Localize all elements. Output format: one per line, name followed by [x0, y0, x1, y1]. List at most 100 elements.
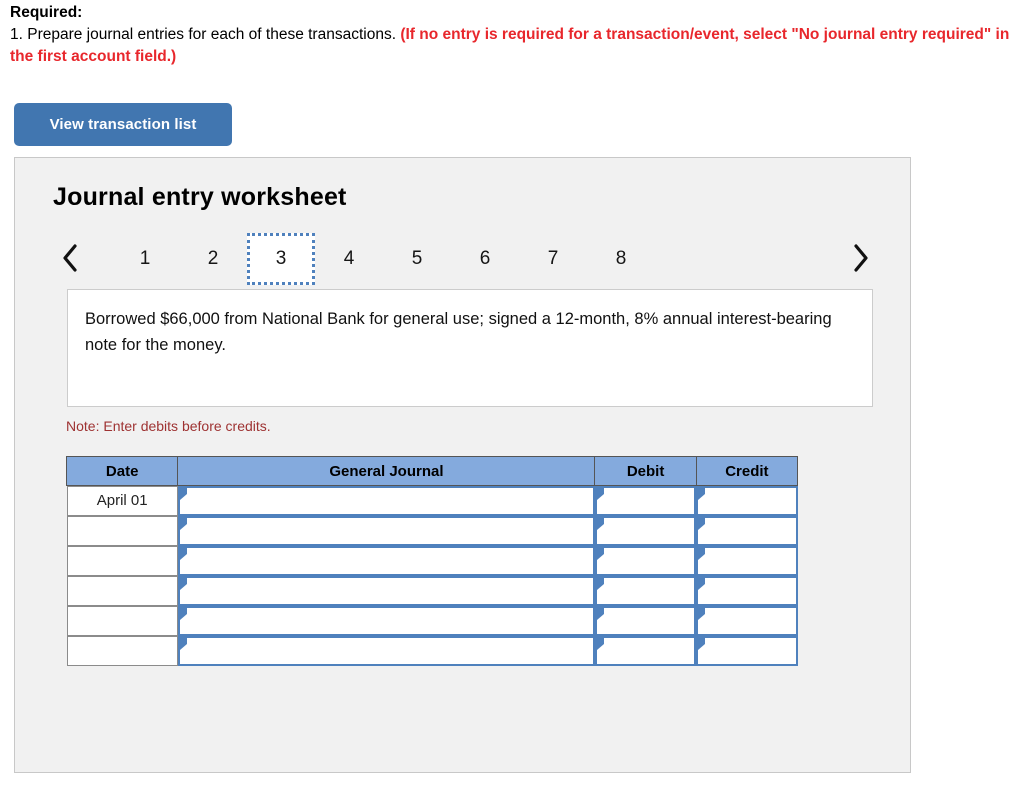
table-row: April 01: [66, 486, 798, 516]
table-row: [66, 546, 798, 576]
pager-page-3[interactable]: 3: [247, 233, 315, 285]
column-header-general-journal: General Journal: [177, 456, 596, 486]
dropdown-triangle-icon: [179, 548, 187, 560]
dropdown-triangle-icon: [179, 578, 187, 590]
date-cell[interactable]: [66, 516, 178, 546]
credit-input[interactable]: [696, 576, 798, 606]
credit-cell[interactable]: [696, 516, 798, 546]
dropdown-triangle-icon: [698, 488, 706, 500]
dropdown-triangle-icon: [596, 518, 604, 530]
dropdown-triangle-icon: [698, 518, 706, 530]
date-cell-value: [66, 576, 178, 606]
debit-cell[interactable]: [594, 486, 697, 516]
pager-page-8[interactable]: 8: [587, 233, 655, 285]
credit-input[interactable]: [696, 636, 798, 666]
debit-input[interactable]: [594, 516, 697, 546]
chevron-right-icon[interactable]: [843, 239, 877, 277]
general-journal-cell[interactable]: [177, 516, 595, 546]
page-title: Journal entry worksheet: [53, 183, 347, 211]
date-cell[interactable]: [66, 636, 178, 666]
dropdown-triangle-icon: [596, 578, 604, 590]
debit-input[interactable]: [594, 576, 697, 606]
general-journal-table: Date General Journal Debit Credit April …: [65, 456, 799, 666]
pager-page-1[interactable]: 1: [111, 233, 179, 285]
date-cell[interactable]: [66, 576, 178, 606]
general-journal-cell[interactable]: [177, 636, 595, 666]
dropdown-triangle-icon: [698, 548, 706, 560]
pager-number-list: 1 2 3 4 5 6 7 8: [111, 231, 655, 287]
chevron-left-icon[interactable]: [53, 239, 87, 277]
column-header-debit: Debit: [594, 456, 697, 486]
column-header-credit: Credit: [695, 456, 799, 486]
dropdown-triangle-icon: [698, 638, 706, 650]
worksheet-pager: 1 2 3 4 5 6 7 8: [53, 231, 877, 287]
dropdown-triangle-icon: [596, 548, 604, 560]
credit-input[interactable]: [696, 516, 798, 546]
dropdown-triangle-icon: [179, 608, 187, 620]
credit-input[interactable]: [696, 546, 798, 576]
credit-cell[interactable]: [696, 546, 798, 576]
credit-input[interactable]: [696, 606, 798, 636]
debit-input[interactable]: [594, 606, 697, 636]
table-header-row: Date General Journal Debit Credit: [65, 456, 799, 486]
account-input[interactable]: [177, 546, 595, 576]
pager-page-2[interactable]: 2: [179, 233, 247, 285]
debit-cell[interactable]: [594, 576, 697, 606]
date-cell[interactable]: [66, 606, 178, 636]
pager-page-5[interactable]: 5: [383, 233, 451, 285]
transaction-description-text: Borrowed $66,000 from National Bank for …: [85, 310, 832, 354]
required-instruction-line: 1. Prepare journal entries for each of t…: [10, 24, 1010, 68]
debit-input[interactable]: [594, 546, 697, 576]
date-cell-value: [66, 606, 178, 636]
column-header-date: Date: [65, 456, 179, 486]
pager-page-4[interactable]: 4: [315, 233, 383, 285]
credit-cell[interactable]: [696, 576, 798, 606]
debit-cell[interactable]: [594, 636, 697, 666]
credit-input[interactable]: [696, 486, 798, 516]
transaction-description-box: Borrowed $66,000 from National Bank for …: [67, 289, 873, 407]
dropdown-triangle-icon: [596, 608, 604, 620]
table-row: [66, 636, 798, 666]
required-heading: Required:: [10, 4, 83, 21]
table-row: [66, 516, 798, 546]
date-cell-value: [66, 636, 178, 666]
dropdown-triangle-icon: [179, 488, 187, 500]
journal-entry-page: Required: 1. Prepare journal entries for…: [0, 0, 1024, 803]
table-body: April 01: [66, 486, 798, 666]
debit-input[interactable]: [594, 636, 697, 666]
date-cell-value: April 01: [66, 486, 178, 516]
required-instructions: Required: 1. Prepare journal entries for…: [10, 2, 1010, 68]
dropdown-triangle-icon: [596, 638, 604, 650]
account-input[interactable]: [177, 516, 595, 546]
date-cell[interactable]: April 01: [66, 486, 178, 516]
debit-cell[interactable]: [594, 606, 697, 636]
dropdown-triangle-icon: [698, 608, 706, 620]
credit-cell[interactable]: [696, 606, 798, 636]
account-input[interactable]: [177, 486, 595, 516]
general-journal-cell[interactable]: [177, 546, 595, 576]
dropdown-triangle-icon: [596, 488, 604, 500]
pager-page-7[interactable]: 7: [519, 233, 587, 285]
dropdown-triangle-icon: [698, 578, 706, 590]
account-input[interactable]: [177, 576, 595, 606]
debit-cell[interactable]: [594, 516, 697, 546]
general-journal-cell[interactable]: [177, 606, 595, 636]
date-cell-value: [66, 546, 178, 576]
account-input[interactable]: [177, 636, 595, 666]
debit-cell[interactable]: [594, 546, 697, 576]
dropdown-triangle-icon: [179, 638, 187, 650]
date-cell[interactable]: [66, 546, 178, 576]
pager-page-6[interactable]: 6: [451, 233, 519, 285]
required-instruction-text: 1. Prepare journal entries for each of t…: [10, 26, 401, 43]
debit-input[interactable]: [594, 486, 697, 516]
general-journal-cell[interactable]: [177, 576, 595, 606]
credit-cell[interactable]: [696, 486, 798, 516]
credit-cell[interactable]: [696, 636, 798, 666]
journal-entry-worksheet-panel: Journal entry worksheet 1 2 3 4 5 6 7 8 …: [14, 157, 911, 773]
account-input[interactable]: [177, 606, 595, 636]
general-journal-cell[interactable]: [177, 486, 595, 516]
view-transaction-list-button[interactable]: View transaction list: [14, 103, 232, 146]
debits-before-credits-note: Note: Enter debits before credits.: [66, 418, 271, 434]
dropdown-triangle-icon: [179, 518, 187, 530]
table-row: [66, 576, 798, 606]
